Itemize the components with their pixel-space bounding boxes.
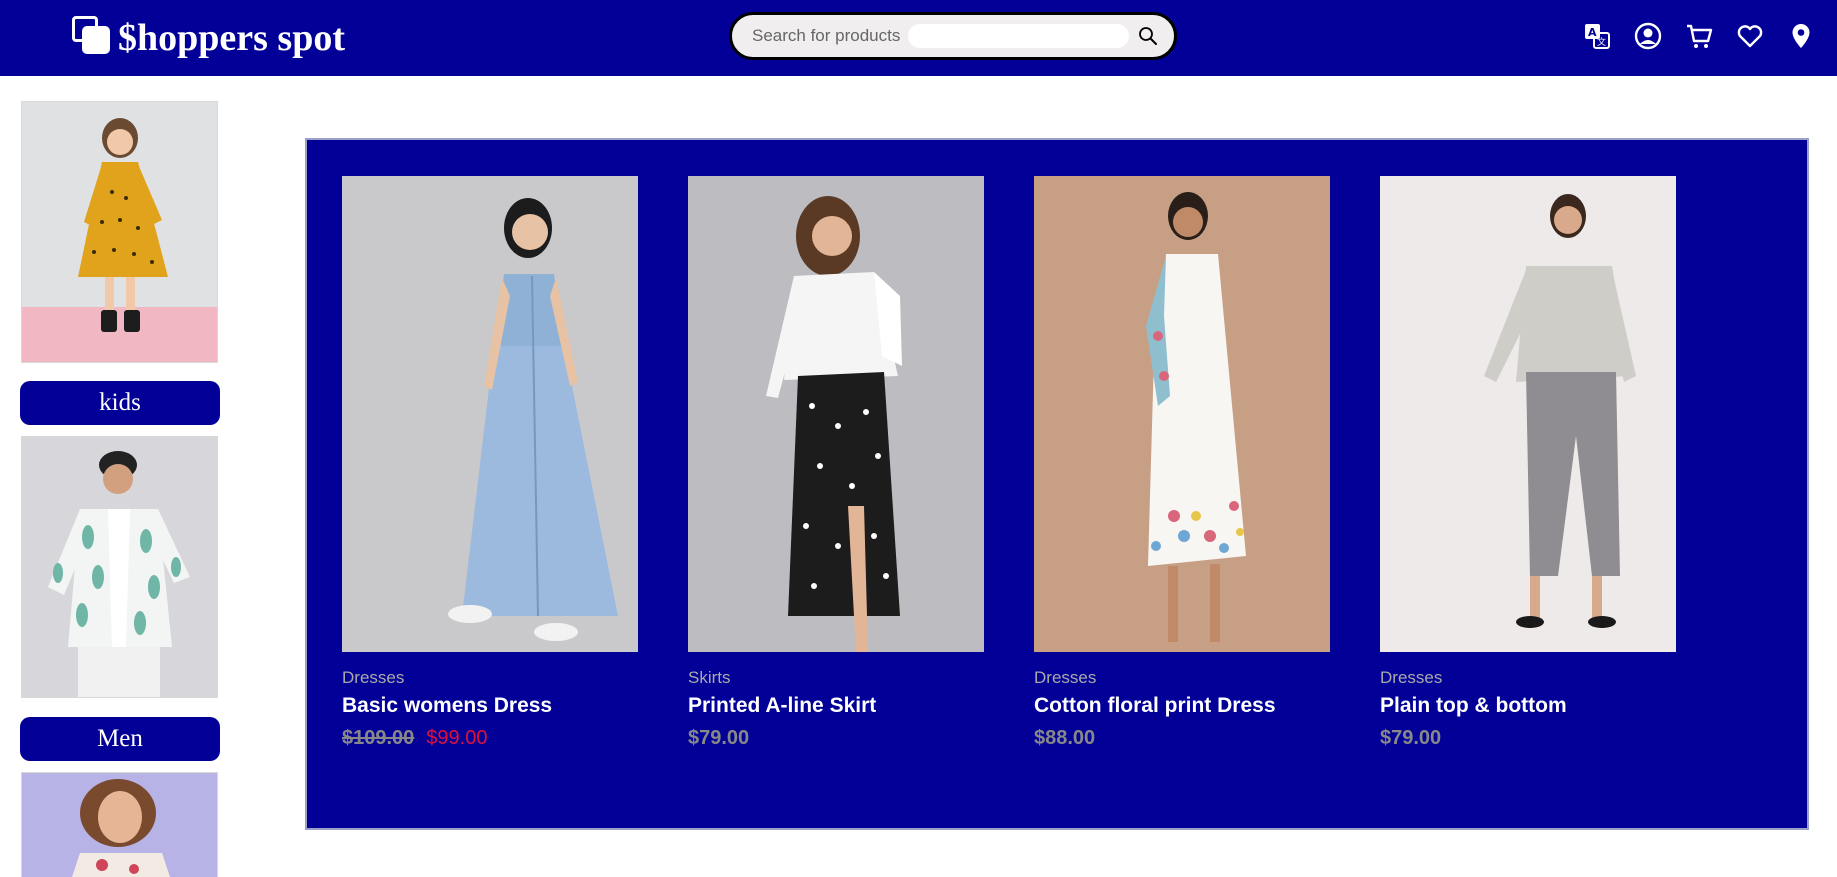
product-name[interactable]: Cotton floral print Dress — [1034, 694, 1330, 718]
cart-button[interactable] — [1684, 22, 1713, 51]
search-input[interactable] — [908, 24, 1129, 48]
brand-name: $hoppers spot — [118, 17, 345, 59]
translate-icon: A 文 — [1584, 24, 1610, 49]
cart-icon — [1686, 24, 1712, 48]
category-sidebar: kids Men — [0, 76, 240, 877]
heart-icon — [1737, 25, 1762, 48]
account-icon — [1634, 22, 1661, 50]
kids-category-image[interactable] — [21, 101, 218, 363]
product-card[interactable]: Dresses Plain top & bottom $79.00 — [1380, 176, 1676, 750]
category-button-kids[interactable]: kids — [20, 381, 220, 425]
product-image[interactable] — [1380, 176, 1676, 652]
product-image[interactable] — [688, 176, 984, 652]
price: $79.00 — [688, 727, 750, 749]
product-price: $79.00 — [1380, 727, 1676, 750]
location-button[interactable] — [1786, 22, 1815, 51]
product-name[interactable]: Printed A-line Skirt — [688, 694, 984, 718]
category-button-men[interactable]: Men — [20, 717, 220, 761]
product-image[interactable] — [342, 176, 638, 652]
svg-text:文: 文 — [1597, 36, 1606, 48]
product-card[interactable]: Skirts Printed A-line Skirt $79.00 — [688, 176, 984, 750]
price: $79.00 — [1380, 727, 1442, 749]
translate-button[interactable]: A 文 — [1582, 22, 1611, 51]
product-card[interactable]: Dresses Cotton floral print Dress $88.00 — [1034, 176, 1330, 750]
product-image[interactable] — [1034, 176, 1330, 652]
account-button[interactable] — [1633, 22, 1662, 51]
search-placeholder: Search for products — [752, 26, 901, 45]
sale-price: $99.00 — [426, 727, 488, 749]
product-price: $88.00 — [1034, 727, 1330, 750]
women-category-image[interactable] — [21, 772, 218, 877]
svg-text:A: A — [1588, 26, 1597, 39]
product-name[interactable]: Basic womens Dress — [342, 694, 638, 718]
product-card[interactable]: Dresses Basic womens Dress $109.00 $99.0… — [342, 176, 638, 750]
top-header: $hoppers spot Search for products A 文 — [0, 0, 1837, 76]
product-price: $109.00 $99.00 — [342, 727, 638, 750]
original-price: $109.00 — [342, 727, 415, 749]
header-icons: A 文 — [1582, 18, 1815, 54]
product-price: $79.00 — [688, 727, 984, 750]
product-category: Dresses — [342, 668, 405, 687]
product-category: Dresses — [1034, 668, 1097, 687]
wishlist-button[interactable] — [1735, 22, 1764, 51]
price: $88.00 — [1034, 727, 1096, 749]
men-category-image[interactable] — [21, 436, 218, 698]
search-bar: Search for products — [729, 12, 1177, 60]
product-category: Dresses — [1380, 668, 1443, 687]
search-icon — [1139, 27, 1158, 45]
product-grid: Dresses Basic womens Dress $109.00 $99.0… — [305, 138, 1809, 830]
location-pin-icon — [1792, 24, 1809, 48]
search-button[interactable] — [1137, 24, 1160, 48]
product-name[interactable]: Plain top & bottom — [1380, 694, 1676, 718]
brand[interactable]: $hoppers spot — [70, 10, 345, 66]
product-category: Skirts — [688, 668, 731, 687]
brand-logo-icon — [70, 14, 112, 56]
